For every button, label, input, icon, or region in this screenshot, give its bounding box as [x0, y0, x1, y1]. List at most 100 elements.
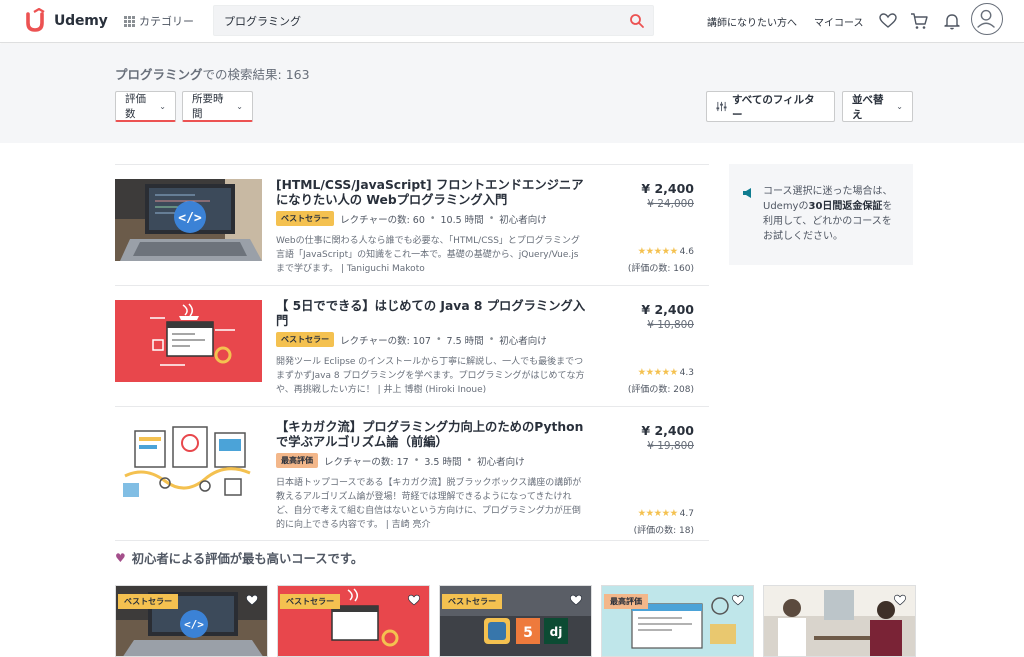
course-title[interactable]: 【 5日でできる】はじめての Java 8 プログラミング入門	[276, 299, 586, 329]
course-hours: 10.5 時間	[440, 214, 484, 226]
my-courses-link[interactable]: マイコース	[814, 14, 864, 29]
rating-count: (評価の数: 18)	[633, 526, 694, 536]
category-label: カテゴリー	[139, 15, 194, 28]
course-description: Webの仕事に関わる人なら誰でも必要な、「HTML/CSS」とプログラミング言語…	[276, 236, 580, 274]
course-rating: ★★★★★ 4.3	[638, 367, 694, 378]
results-suffix: での検索結果: 163	[202, 67, 310, 82]
sort-button[interactable]: 並べ替え ⌄	[842, 91, 913, 122]
rating-value: 4.7	[679, 508, 694, 519]
lecture-count: レクチャーの数: 17	[324, 456, 409, 468]
laptop-thumbnail-image: </>	[115, 179, 262, 261]
udemy-logo[interactable]: Udemy	[24, 8, 108, 34]
wishlist-heart-icon[interactable]	[893, 593, 907, 607]
dot-separator: •	[413, 455, 420, 466]
course-description: 開発ツール Eclipse のインストールから丁寧に解説し、一人でも最後までつま…	[276, 357, 585, 395]
course-rating: ★★★★★ 4.6	[638, 246, 694, 257]
top-rated-badge: 最高評価	[604, 594, 648, 609]
course-level: 初心者向け	[477, 456, 525, 468]
svg-text:</>: </>	[178, 211, 202, 226]
sliders-icon	[716, 101, 727, 112]
results-summary: プログラミングでの検索結果: 163	[115, 64, 310, 83]
rating-value: 4.6	[679, 246, 694, 257]
logo-text: Udemy	[54, 13, 108, 29]
course-description: 日本語トップコースである【キカガク流】脱ブラックボックス講座の講師が教えるアルゴ…	[276, 478, 582, 530]
cart-icon[interactable]	[909, 11, 929, 31]
course-price: ¥ 2,400	[641, 181, 694, 196]
rating-count: (評価の数: 208)	[627, 385, 694, 395]
search-input[interactable]	[224, 14, 614, 27]
heart-icon[interactable]	[878, 11, 898, 31]
bestseller-badge: ベストセラー	[276, 211, 335, 226]
star-rating-icon: ★★★★★	[637, 508, 679, 519]
star-rating-icon: ★★★★★	[637, 246, 679, 257]
algorithm-thumbnail-image	[115, 421, 262, 503]
course-title[interactable]: 【キカガク流】プログラミング力向上のためのPythonで学ぶアルゴリズム論（前編…	[276, 420, 586, 450]
dot-separator: •	[435, 334, 442, 345]
course-title[interactable]: [HTML/CSS/JavaScript] フロントエンドエンジニアになりたい人…	[276, 178, 586, 208]
search-bar	[213, 5, 654, 36]
bestseller-badge: ベストセラー	[280, 594, 341, 609]
course-level: 初心者向け	[499, 214, 547, 226]
grid-icon	[124, 15, 135, 27]
course-card[interactable]: ベストセラー	[277, 585, 430, 657]
all-filters-label: すべてのフィルター	[731, 93, 815, 121]
bestseller-badge: ベストセラー	[442, 594, 503, 609]
course-thumbnail[interactable]: </>	[115, 179, 262, 261]
chevron-down-icon: ⌄	[236, 101, 243, 111]
instructor-link[interactable]: 講師になりたい方へ	[707, 14, 797, 29]
course-item[interactable]: </> [HTML/CSS/JavaScript] フロントエンドエンジニアにな…	[115, 164, 709, 285]
wishlist-heart-icon[interactable]	[731, 593, 745, 607]
svg-text:dj: dj	[550, 625, 563, 639]
course-price: ¥ 2,400	[641, 423, 694, 438]
course-original-price: ¥ 10,800	[647, 319, 694, 331]
course-list: </> [HTML/CSS/JavaScript] フロントエンドエンジニアにな…	[115, 164, 709, 541]
udemy-logo-icon	[26, 8, 45, 32]
course-card[interactable]: 5 dj ベストセラー	[439, 585, 592, 657]
rating-count: (評価の数: 160)	[627, 264, 694, 274]
dot-separator: •	[429, 213, 436, 224]
svg-text:</>: </>	[184, 618, 204, 631]
user-icon	[977, 9, 995, 28]
chevron-down-icon: ⌄	[159, 101, 166, 111]
course-meta: ベストセラー レクチャーの数: 107 • 7.5 時間 • 初心者向け	[276, 332, 547, 347]
course-hours: 3.5 時間	[424, 456, 462, 468]
filter-duration[interactable]: 所要時間 ⌄	[182, 91, 253, 122]
search-icon[interactable]	[629, 13, 645, 29]
course-card[interactable]	[763, 585, 916, 657]
filter-rating-label: 評価数	[125, 93, 146, 120]
course-thumbnail[interactable]	[115, 300, 262, 382]
course-level: 初心者向け	[499, 335, 547, 347]
section-title: 初心者による評価が最も高いコースです。	[131, 552, 364, 566]
course-card[interactable]: </> ベストセラー	[115, 585, 268, 657]
wishlist-heart-icon[interactable]	[569, 593, 583, 607]
svg-text:5: 5	[523, 625, 533, 641]
sort-label: 並べ替え	[852, 93, 884, 121]
course-item[interactable]: 【キカガク流】プログラミング力向上のためのPythonで学ぶアルゴリズム論（前編…	[115, 406, 709, 541]
course-price: ¥ 2,400	[641, 302, 694, 317]
wishlist-heart-icon[interactable]	[245, 593, 259, 607]
dot-separator: •	[466, 455, 473, 466]
section-heading: ♥ 初心者による評価が最も高いコースです。	[115, 549, 363, 567]
rating-value: 4.3	[679, 367, 694, 378]
category-menu[interactable]: カテゴリー	[124, 13, 194, 29]
course-hours: 7.5 時間	[446, 335, 484, 347]
bell-icon[interactable]	[942, 11, 962, 31]
course-rating: ★★★★★ 4.7	[638, 508, 694, 519]
wishlist-heart-icon[interactable]	[407, 593, 421, 607]
lecture-count: レクチャーの数: 60	[340, 214, 425, 226]
course-item[interactable]: 【 5日でできる】はじめての Java 8 プログラミング入門 ベストセラー レ…	[115, 285, 709, 406]
course-card[interactable]: 最高評価	[601, 585, 754, 657]
bestseller-badge: ベストセラー	[118, 594, 179, 609]
bestseller-badge: ベストセラー	[276, 332, 335, 347]
dot-separator: •	[488, 213, 495, 224]
dot-separator: •	[488, 334, 495, 345]
course-thumbnail[interactable]	[115, 421, 262, 503]
all-filters-button[interactable]: すべてのフィルター	[706, 91, 835, 122]
avatar[interactable]	[971, 3, 1003, 35]
top-navbar: Udemy カテゴリー 講師になりたい方へ マイコース	[0, 0, 1024, 43]
course-meta: 最高評価 レクチャーの数: 17 • 3.5 時間 • 初心者向け	[276, 453, 525, 468]
filter-rating[interactable]: 評価数 ⌄	[115, 91, 176, 122]
course-original-price: ¥ 24,000	[647, 198, 694, 210]
refund-text-bold: 30日間返金保証	[808, 201, 883, 212]
course-original-price: ¥ 19,800	[647, 440, 694, 452]
